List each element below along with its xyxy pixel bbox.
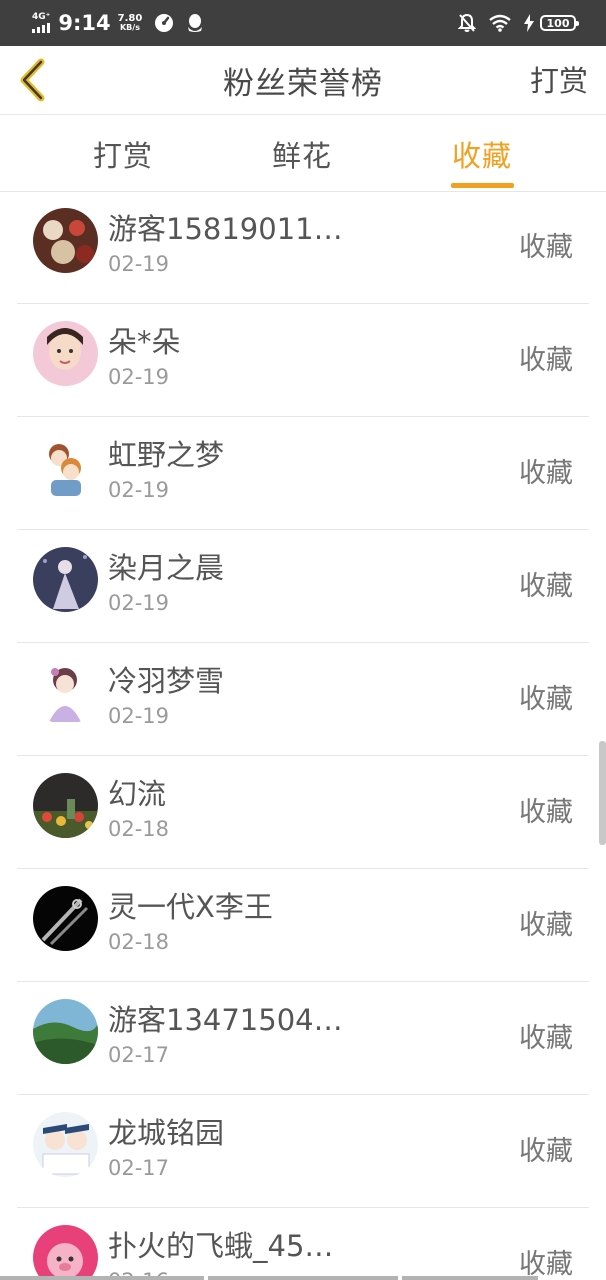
fan-name: 染月之晨: [108, 551, 225, 585]
signal-icon: 4G⁺: [32, 13, 50, 33]
list-item[interactable]: 冷羽梦雪 02-19 收藏: [17, 643, 589, 756]
status-bar: 4G⁺ 9:14 7.80 KB/s 100: [0, 0, 606, 46]
avatar: [33, 547, 98, 612]
avatar: [33, 886, 98, 951]
list-item[interactable]: 幻流 02-18 收藏: [17, 756, 589, 869]
fan-date: 02-19: [108, 591, 170, 615]
fan-name: 幻流: [108, 777, 167, 811]
fan-date: 02-19: [108, 365, 170, 389]
fan-action: 收藏: [519, 910, 573, 941]
avatar: [33, 999, 98, 1064]
network-type: 4G⁺: [32, 12, 51, 22]
avatar: [33, 321, 98, 386]
fan-name: 虹野之梦: [108, 438, 225, 472]
screen: 4G⁺ 9:14 7.80 KB/s 100 粉丝荣誉榜 打赏 打赏 鲜花 收藏…: [0, 0, 606, 1280]
charging-icon: [524, 14, 534, 32]
list-item[interactable]: 朵*朵 02-19 收藏: [17, 304, 589, 417]
battery-level: 100: [546, 16, 570, 30]
list-item[interactable]: 灵一代X李王 02-18 收藏: [17, 869, 589, 982]
back-button[interactable]: [14, 56, 50, 104]
fan-date: 02-19: [108, 252, 170, 276]
wifi-icon: [488, 14, 512, 32]
list-item[interactable]: 游客15819011… 02-19 收藏: [17, 191, 589, 304]
list-item[interactable]: 龙城铭园 02-17 收藏: [17, 1095, 589, 1208]
avatar: [33, 1225, 98, 1280]
fan-action: 收藏: [519, 797, 573, 828]
fan-name: 游客15819011…: [108, 212, 343, 246]
page-title: 粉丝荣誉榜: [223, 65, 383, 102]
fan-action: 收藏: [519, 1023, 573, 1054]
fan-action: 收藏: [519, 458, 573, 489]
list-item[interactable]: 染月之晨 02-19 收藏: [17, 530, 589, 643]
battery-icon: 100: [540, 15, 579, 31]
scrollbar-thumb[interactable]: [599, 741, 606, 845]
network-speed: 7.80 KB/s: [117, 13, 143, 32]
fan-date: 02-19: [108, 704, 170, 728]
avatar: [33, 773, 98, 838]
avatar: [33, 434, 98, 499]
list-item[interactable]: 游客13471504… 02-17 收藏: [17, 982, 589, 1095]
tab-flowers[interactable]: 鲜花: [272, 133, 332, 175]
title-bar: 粉丝荣誉榜 打赏: [0, 46, 606, 115]
fan-action: 收藏: [519, 684, 573, 715]
list-item[interactable]: 虹野之梦 02-19 收藏: [17, 417, 589, 530]
fan-date: 02-18: [108, 817, 170, 841]
fan-action: 收藏: [519, 571, 573, 602]
speedometer-icon: [154, 13, 174, 33]
avatar: [33, 208, 98, 273]
qq-icon: [186, 13, 204, 33]
fan-action: 收藏: [519, 1249, 573, 1280]
tab-tips[interactable]: 打赏: [93, 133, 153, 175]
fan-name: 冷羽梦雪: [108, 664, 225, 698]
list-item[interactable]: 扑火的飞蛾_45… 02-16 收藏: [17, 1208, 589, 1280]
fan-list: 游客15819011… 02-19 收藏 朵*朵 02-19 收藏 虹野之梦 0…: [0, 191, 606, 1280]
avatar: [33, 660, 98, 725]
active-tab-indicator: [451, 183, 514, 188]
fan-name: 龙城铭园: [108, 1116, 225, 1150]
fan-name: 灵一代X李王: [108, 890, 273, 924]
fan-action: 收藏: [519, 232, 573, 263]
fan-action: 收藏: [519, 345, 573, 376]
avatar: [33, 1112, 98, 1177]
tip-button[interactable]: 打赏: [530, 58, 588, 100]
fan-date: 02-18: [108, 930, 170, 954]
fan-name: 游客13471504…: [108, 1003, 343, 1037]
fan-name: 朵*朵: [108, 325, 181, 359]
status-time: 9:14: [58, 11, 111, 35]
tab-favorites[interactable]: 收藏: [452, 133, 512, 175]
tab-bar: 打赏 鲜花 收藏: [0, 115, 606, 192]
bottom-indicator: [0, 1276, 606, 1280]
fan-action: 收藏: [519, 1136, 573, 1167]
back-arrow-icon: [20, 58, 45, 102]
fan-date: 02-19: [108, 478, 170, 502]
fan-date: 02-17: [108, 1156, 170, 1180]
fan-name: 扑火的飞蛾_45…: [108, 1229, 334, 1263]
fan-date: 02-17: [108, 1043, 170, 1067]
mute-bell-icon: [458, 13, 476, 33]
